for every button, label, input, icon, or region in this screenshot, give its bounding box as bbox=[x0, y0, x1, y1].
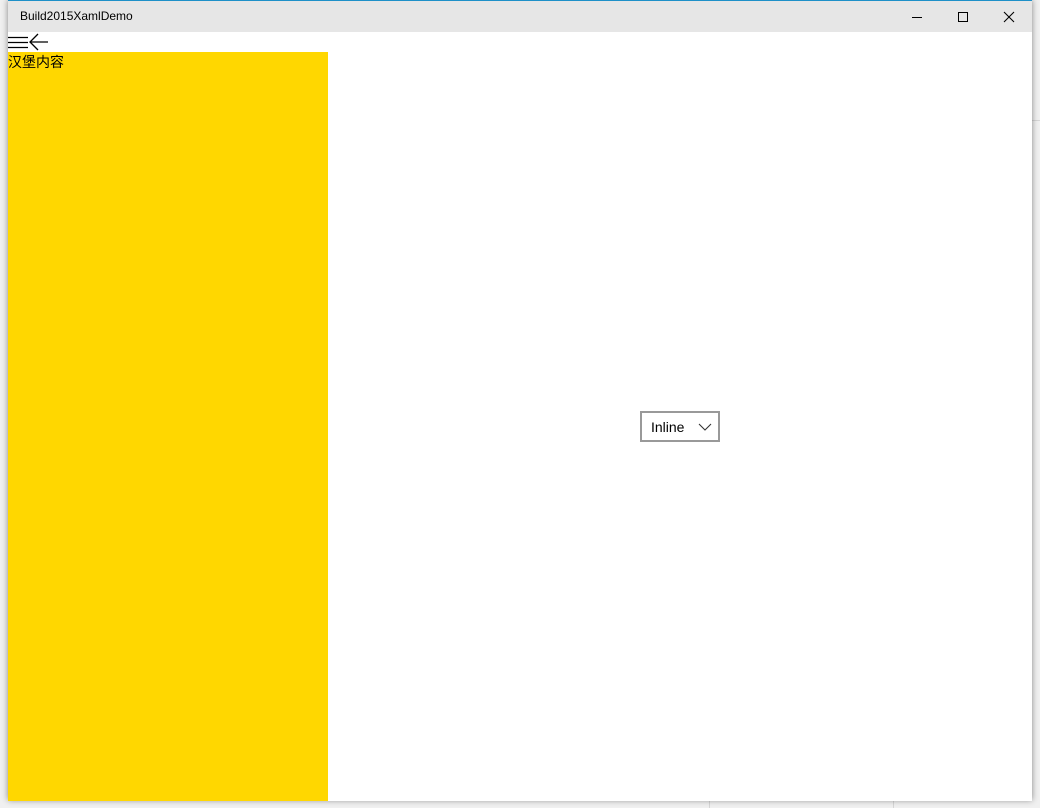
combobox-selected-value: Inline bbox=[651, 418, 685, 435]
close-button[interactable] bbox=[986, 1, 1032, 32]
display-mode-combobox[interactable]: Inline bbox=[640, 411, 720, 442]
background-app-trace bbox=[1032, 120, 1040, 121]
close-icon bbox=[1003, 11, 1015, 22]
background-app-trace bbox=[893, 800, 894, 808]
maximize-icon bbox=[958, 11, 968, 22]
back-arrow-icon bbox=[29, 33, 48, 51]
split-view-pane bbox=[8, 52, 328, 801]
pane-content-text: 汉堡内容 bbox=[8, 55, 64, 71]
background-app-trace bbox=[709, 800, 710, 808]
minimize-icon bbox=[912, 16, 922, 18]
hamburger-menu-icon bbox=[8, 36, 28, 49]
app-window: Build2015XamlDemo 汉堡内容 Inline bbox=[8, 0, 1032, 801]
maximize-button[interactable] bbox=[940, 1, 986, 32]
back-button[interactable] bbox=[28, 33, 50, 51]
pane-toggle-button[interactable] bbox=[8, 33, 28, 51]
window-title: Build2015XamlDemo bbox=[20, 9, 133, 23]
page-content: 汉堡内容 Inline bbox=[8, 32, 1032, 801]
minimize-button[interactable] bbox=[894, 1, 940, 32]
title-bar[interactable]: Build2015XamlDemo bbox=[8, 1, 1032, 32]
chevron-down-icon bbox=[698, 423, 712, 431]
